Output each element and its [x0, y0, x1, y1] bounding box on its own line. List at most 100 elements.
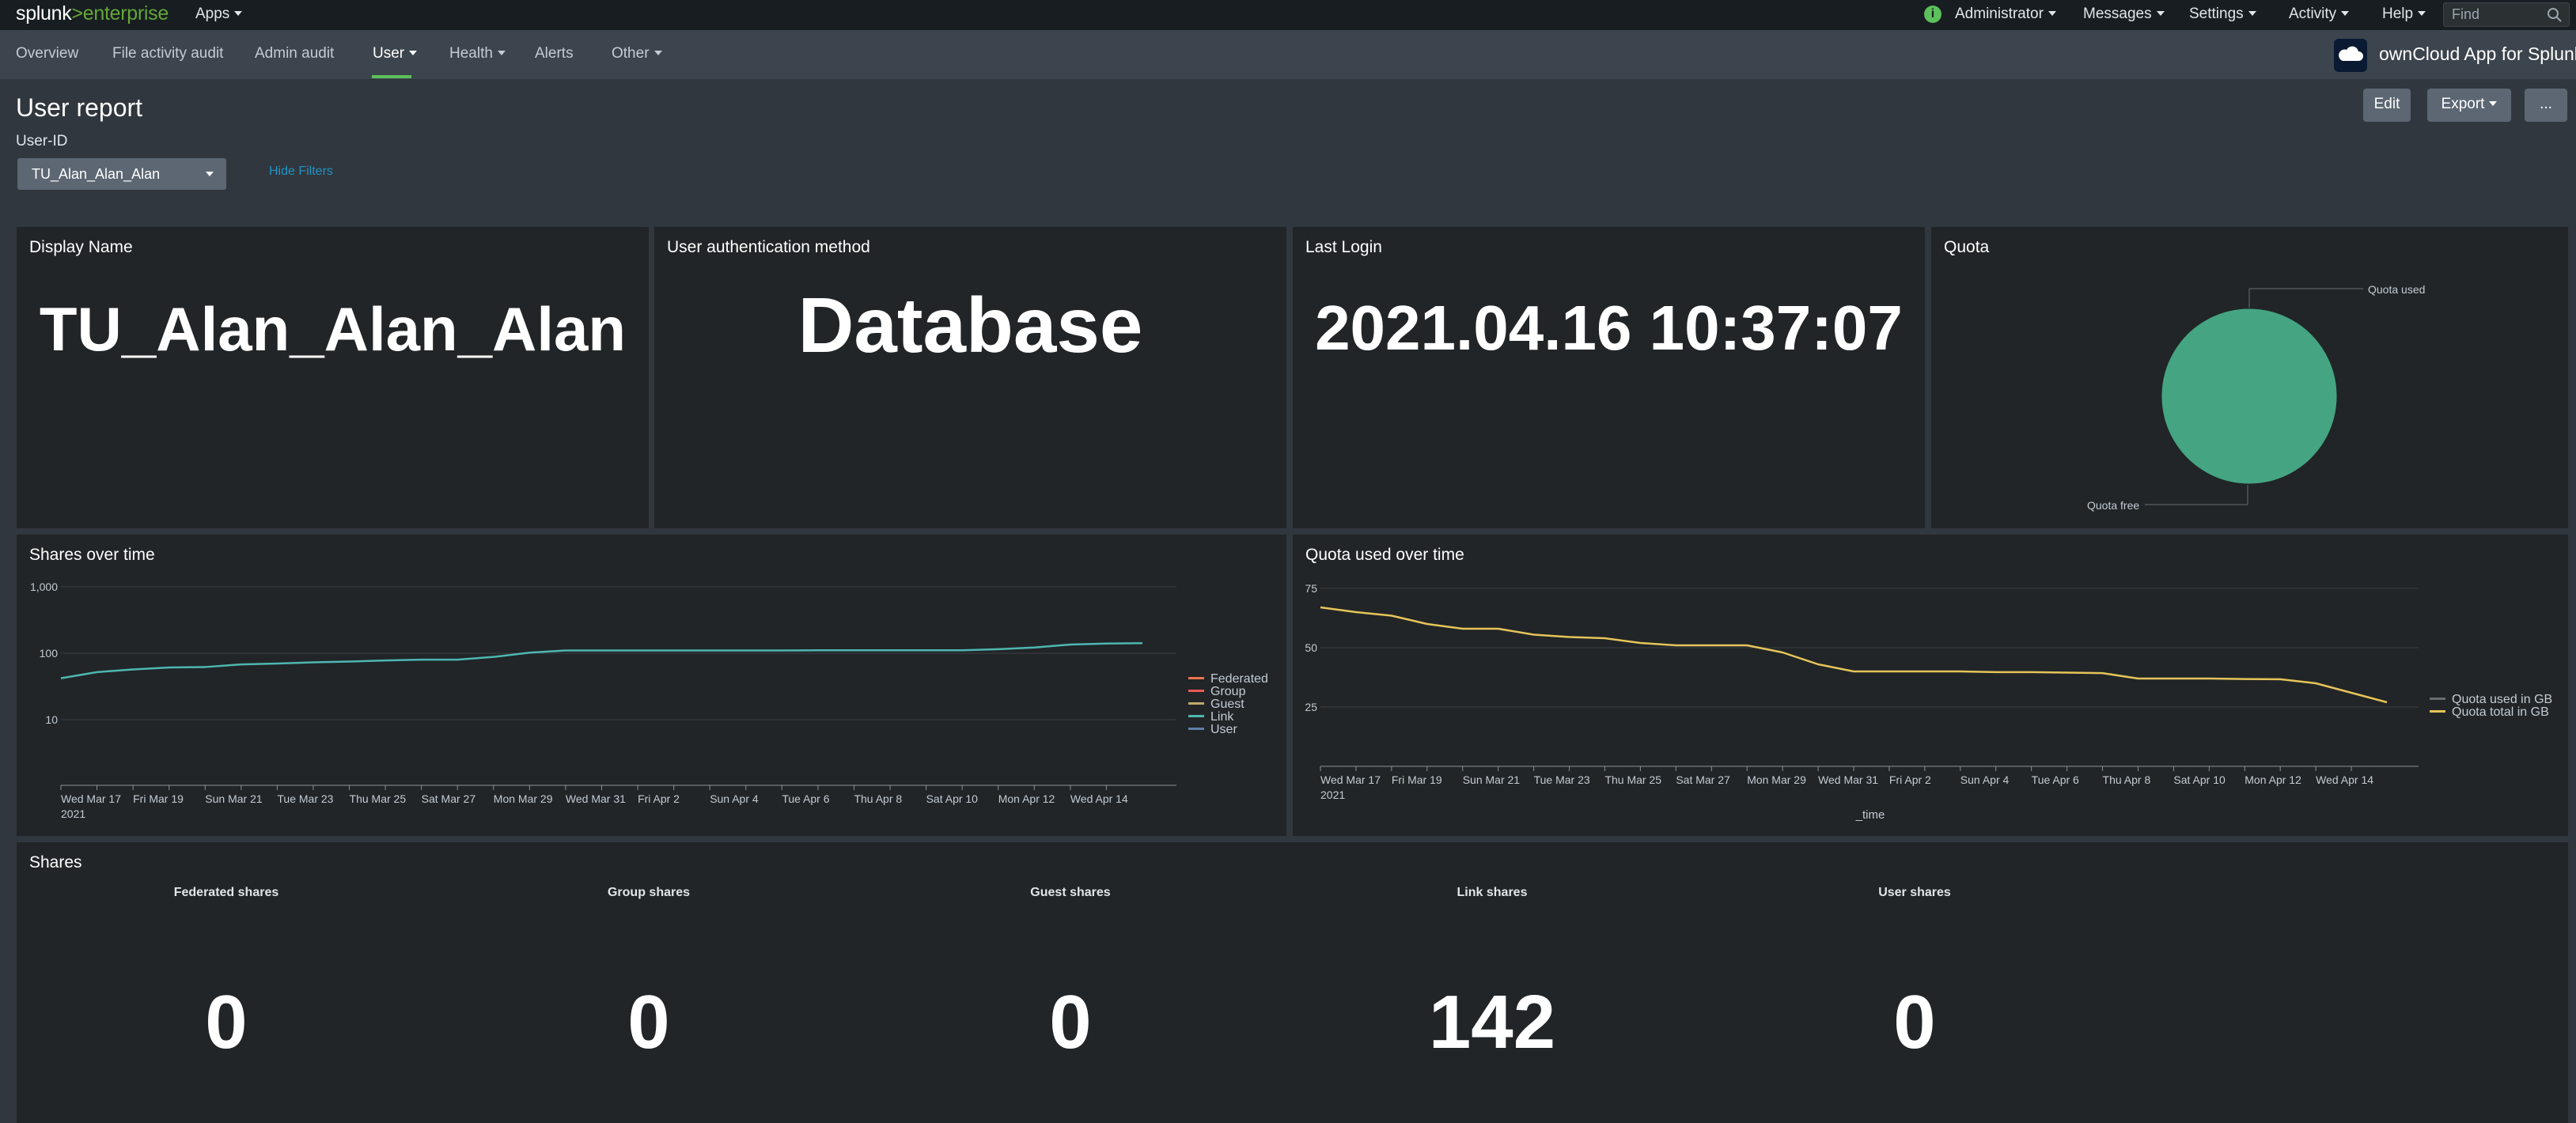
y-tick-label: 10	[45, 713, 58, 726]
settings-menu[interactable]: Settings	[2189, 0, 2256, 30]
x-tick-label: Tue Apr 6	[2032, 773, 2079, 786]
x-tick-label: Fri Apr 2	[638, 792, 680, 805]
chevron-down-icon	[2248, 11, 2256, 16]
apps-menu[interactable]: Apps	[195, 0, 243, 30]
hide-filters-link[interactable]: Hide Filters	[269, 164, 333, 179]
x-tick-label: Mon Mar 29	[494, 792, 553, 805]
link-shares-label: Link shares	[1457, 886, 1528, 899]
y-tick-label: 75	[1305, 582, 1317, 595]
legend-swatch	[2430, 710, 2445, 713]
messages-menu-label: Messages	[2083, 6, 2152, 22]
find-box	[2443, 2, 2570, 27]
panel-title: Last Login	[1305, 238, 1382, 256]
tab-label: Admin audit	[255, 45, 335, 62]
export-button-label: Export	[2441, 96, 2485, 112]
shares-panel: Shares	[17, 842, 2568, 1123]
shares-line-chart: 10 100 1,000 Wed Mar 17 2021 Fri Mar 19 Sun Ma…	[30, 580, 1176, 820]
legend-swatch	[1188, 702, 1204, 705]
filter-label: User-ID	[16, 133, 68, 149]
panel-title: Shares	[29, 853, 82, 872]
tab-health[interactable]: Health	[449, 30, 506, 79]
pie-label-quota-free: Quota free	[2087, 499, 2139, 512]
chevron-down-icon	[234, 11, 243, 16]
last-login-value: 2021.04.16 10:37:07	[1315, 293, 1903, 363]
y-tick-label: 1,000	[30, 580, 58, 593]
x-tick-label: Fri Apr 2	[1889, 773, 1931, 786]
series-line-quota-total-in-gb[interactable]	[1320, 606, 2388, 704]
panel-title: User authentication method	[667, 238, 870, 256]
auth-method-value: Database	[797, 282, 1143, 369]
x-tick-label: Mon Apr 12	[2245, 773, 2301, 786]
apps-menu-label: Apps	[195, 6, 230, 22]
display-name-panel: Display Name TU_Alan_Alan_Alan	[17, 227, 649, 528]
x-tick-label: 2021	[1320, 788, 1345, 801]
legend-label: Guest	[1210, 698, 1244, 711]
cloud-icon	[2339, 46, 2363, 61]
pie-label-quota-used: Quota used	[2368, 283, 2425, 296]
user-id-dropdown-value: TU_Alan_Alan_Alan	[32, 166, 161, 182]
splunk-logo[interactable]: splunk>enterprise	[16, 2, 169, 25]
tab-label: Overview	[16, 45, 79, 62]
chevron-down-icon	[2048, 11, 2056, 16]
shares-over-time-panel: Shares over time 10 100 1,000 Wed Mar 17 202…	[17, 535, 1286, 836]
chevron-down-icon	[2489, 101, 2498, 106]
legend-label: Federated	[1210, 672, 1268, 686]
chevron-down-icon	[653, 51, 662, 55]
legend-swatch	[1188, 690, 1204, 692]
activity-menu[interactable]: Activity	[2289, 0, 2350, 30]
pie-slice-quota-free[interactable]	[2161, 308, 2337, 484]
more-actions-button[interactable]: ...	[2525, 89, 2567, 122]
tab-other[interactable]: Other	[612, 30, 662, 79]
x-tick-label: Thu Mar 25	[350, 792, 407, 805]
tab-file-activity-audit[interactable]: File activity audit	[112, 30, 223, 79]
administrator-menu[interactable]: Administrator	[1955, 0, 2056, 30]
export-button[interactable]: Export	[2427, 89, 2511, 122]
panel-title: Display Name	[29, 238, 133, 256]
series-line-link[interactable]	[60, 641, 1143, 679]
user-shares-label: User shares	[1878, 886, 1951, 899]
find-input[interactable]	[2444, 3, 2547, 26]
x-tick-label: Wed Mar 31	[1818, 773, 1878, 786]
help-menu[interactable]: Help	[2382, 0, 2426, 30]
chevron-down-icon	[409, 51, 418, 55]
x-tick-label: Sun Mar 21	[205, 792, 263, 805]
x-tick-label: Sat Mar 27	[1676, 773, 1730, 786]
y-tick-label: 25	[1305, 701, 1317, 713]
x-tick-label: Sat Apr 10	[2173, 773, 2226, 786]
quota-pie-chart: Quota used Quota free	[2087, 283, 2425, 512]
tab-overview[interactable]: Overview	[16, 30, 78, 79]
group-shares-label: Group shares	[607, 886, 691, 899]
user-shares-value: 0	[1893, 980, 1936, 1064]
tab-label: User	[373, 45, 405, 62]
legend-label: Quota used in GB	[2452, 693, 2553, 706]
legend-label: Link	[1210, 710, 1234, 724]
tab-alerts[interactable]: Alerts	[535, 30, 574, 79]
administrator-menu-label: Administrator	[1955, 6, 2044, 22]
x-tick-label: Sat Apr 10	[926, 792, 979, 805]
y-tick-label: 50	[1305, 641, 1317, 654]
x-tick-label: Tue Mar 23	[277, 792, 333, 805]
guest-shares-label: Guest shares	[1030, 886, 1111, 899]
x-tick-label: Wed Apr 14	[1070, 792, 1128, 805]
owncloud-app-icon	[2334, 39, 2367, 72]
messages-menu[interactable]: Messages	[2083, 0, 2165, 30]
info-icon[interactable]: i	[1924, 6, 1941, 23]
legend-label: User	[1210, 723, 1237, 736]
x-tick-label: Sun Apr 4	[710, 792, 759, 805]
x-tick-label: Wed Mar 17	[1320, 773, 1381, 786]
federated-shares-label: Federated shares	[173, 886, 279, 899]
help-menu-label: Help	[2382, 6, 2414, 22]
tab-admin-audit[interactable]: Admin audit	[255, 30, 334, 79]
x-tick-label: Fri Mar 19	[133, 792, 184, 805]
search-icon[interactable]	[2545, 6, 2564, 25]
y-tick-label: 100	[40, 647, 59, 660]
tab-user[interactable]: User	[373, 30, 418, 79]
legend-swatch	[1188, 728, 1204, 730]
edit-button[interactable]: Edit	[2363, 89, 2411, 122]
x-tick-label: Wed Mar 31	[566, 792, 626, 805]
user-id-dropdown[interactable]: TU_Alan_Alan_Alan	[17, 158, 226, 190]
x-tick-label: Tue Apr 6	[782, 792, 829, 805]
x-tick-label: Mon Apr 12	[998, 792, 1055, 805]
logo-edition: enterprise	[82, 2, 169, 25]
x-tick-label: Tue Mar 23	[1534, 773, 1590, 786]
